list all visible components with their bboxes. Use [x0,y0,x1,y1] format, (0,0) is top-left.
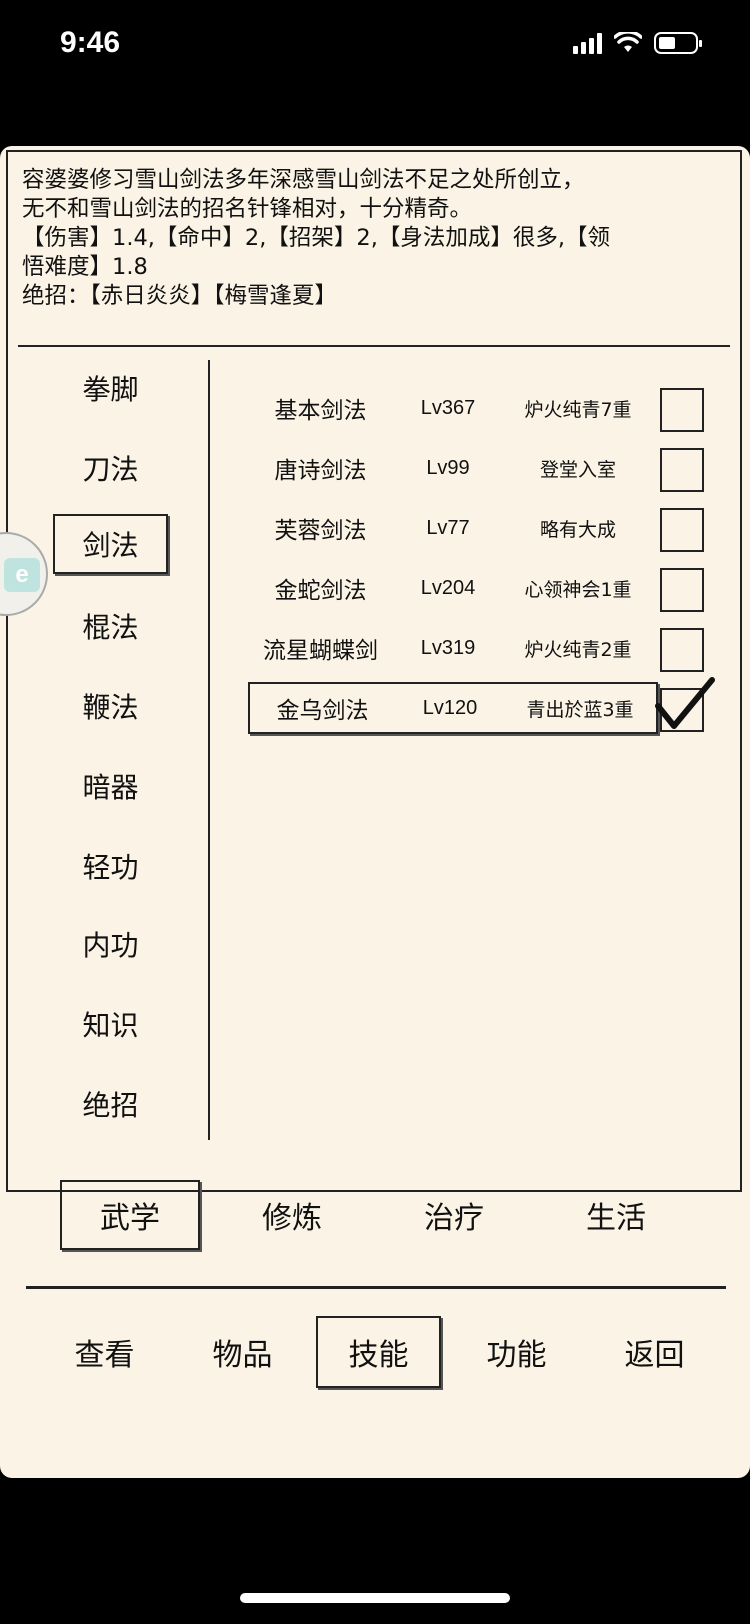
category-gunfa[interactable]: 棍法 [53,596,168,656]
skill-row[interactable]: 唐诗剑法 Lv99 登堂入室 [248,442,658,494]
description-line: 悟难度】1.8 [22,254,148,280]
nav-jineng[interactable]: 技能 [316,1316,441,1388]
skill-checkbox[interactable] [660,568,704,612]
description-line: 绝招：【赤日炎炎】【梅雪逢夏】 [22,283,338,309]
status-time: 9:46 [60,26,121,59]
skill-name: 流星蝴蝶剑 [263,638,378,664]
skill-name: 唐诗剑法 [274,458,367,484]
tab-zhiliao[interactable]: 治疗 [384,1180,524,1250]
skill-checkbox-checked[interactable] [655,677,715,732]
category-divider [208,360,210,1140]
game-panel: 容婆婆修习雪山剑法多年深感雪山剑法不足之处所创立， 无不和雪山剑法的招名针锋相对… [0,146,750,1478]
category-juezhao[interactable]: 绝招 [53,1074,168,1134]
category-bianfa[interactable]: 鞭法 [53,676,168,736]
skill-level: Lv367 [420,396,476,419]
nav-wupin[interactable]: 物品 [180,1316,305,1388]
description-line: 【伤害】1.4,【命中】2,【招架】2,【身法加成】很多,【领 [22,225,611,251]
tab-xiulian[interactable]: 修炼 [222,1180,362,1250]
skill-level: Lv319 [420,636,476,659]
skill-row[interactable]: 芙蓉剑法 Lv77 略有大成 [248,502,658,554]
skill-name: 基本剑法 [274,398,367,424]
skill-frame: 容婆婆修习雪山剑法多年深感雪山剑法不足之处所创立， 无不和雪山剑法的招名针锋相对… [6,150,742,1192]
category-daofa[interactable]: 刀法 [53,438,168,498]
description-line: 无不和雪山剑法的招名针锋相对，十分精奇。 [22,196,473,222]
status-icons [573,32,702,54]
category-anqi[interactable]: 暗器 [53,756,168,816]
skill-checkbox[interactable] [660,448,704,492]
skill-rank: 青出於蓝3重 [526,698,634,721]
wifi-icon [614,32,642,52]
skill-checkbox[interactable] [660,628,704,672]
nav-fanhui[interactable]: 返回 [592,1316,717,1388]
checkmark-icon [655,677,715,729]
skill-name: 金乌剑法 [276,698,369,724]
category-zhishi[interactable]: 知识 [53,994,168,1054]
skill-level: Lv120 [422,696,478,719]
skill-rank: 登堂入室 [539,458,616,481]
nav-divider [26,1286,726,1289]
category-qinggong[interactable]: 轻功 [53,836,168,896]
skill-checkbox[interactable] [660,388,704,432]
skill-row[interactable]: 金蛇剑法 Lv204 心领神会1重 [248,562,658,614]
home-indicator[interactable] [240,1593,510,1603]
skill-row[interactable]: 基本剑法 Lv367 炉火纯青7重 [248,382,658,434]
side-badge-icon: e [4,558,40,592]
status-bar: 9:46 [0,0,750,100]
category-jianfa[interactable]: 剑法 [53,514,168,574]
skill-level: Lv99 [426,456,470,479]
skill-row-selected[interactable]: 金乌剑法 Lv120 青出於蓝3重 [248,682,658,734]
skill-description: 容婆婆修习雪山剑法多年深感雪山剑法不足之处所创立， 无不和雪山剑法的招名针锋相对… [22,166,722,311]
nav-gongneng[interactable]: 功能 [454,1316,579,1388]
category-quanjiao[interactable]: 拳脚 [53,358,168,418]
skill-row[interactable]: 流星蝴蝶剑 Lv319 炉火纯青2重 [248,622,658,674]
description-divider [18,345,730,347]
skill-name: 金蛇剑法 [274,578,367,604]
signal-icon [573,32,602,54]
nav-chakan[interactable]: 查看 [42,1316,167,1388]
skill-checkbox[interactable] [660,508,704,552]
description-line: 容婆婆修习雪山剑法多年深感雪山剑法不足之处所创立， [22,167,585,193]
battery-icon [654,32,702,54]
skill-rank: 炉火纯青7重 [524,398,632,421]
skill-level: Lv204 [420,576,476,599]
skill-level: Lv77 [426,516,470,539]
skill-name: 芙蓉剑法 [274,518,367,544]
skill-rank: 略有大成 [539,518,616,541]
tab-shenghuo[interactable]: 生活 [546,1180,686,1250]
tab-wuxue[interactable]: 武学 [60,1180,200,1250]
category-neigong[interactable]: 内功 [53,914,168,974]
skill-rank: 心领神会1重 [524,578,632,601]
skill-rank: 炉火纯青2重 [524,638,632,661]
